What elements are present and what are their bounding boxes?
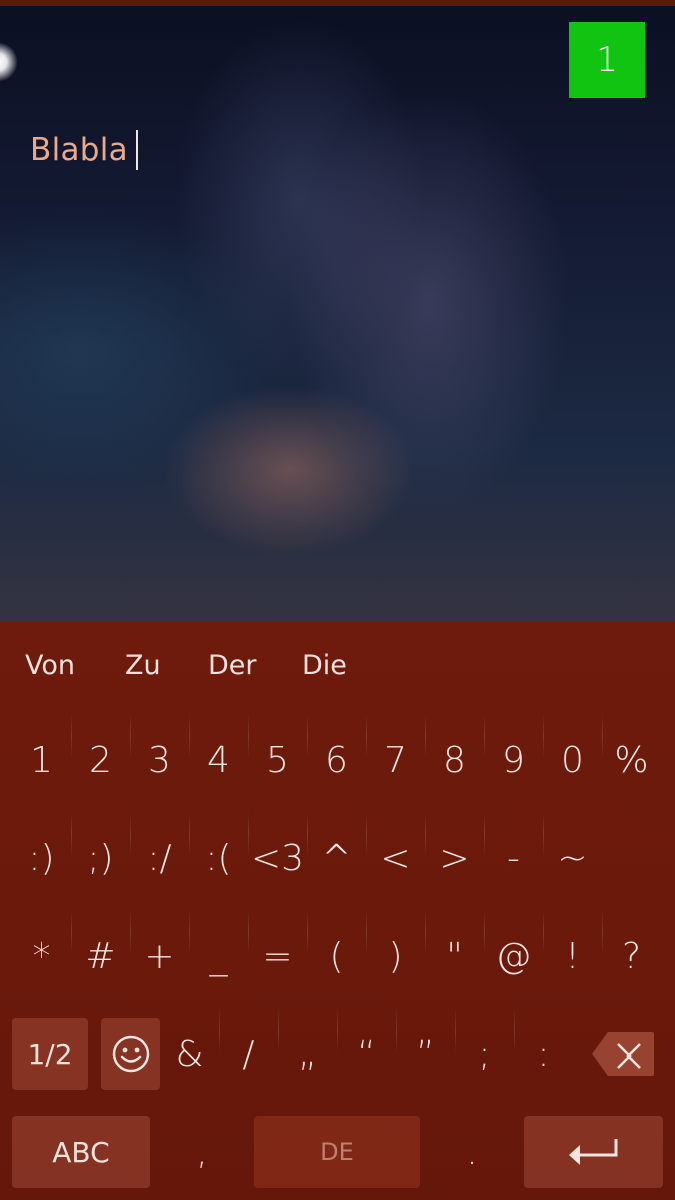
counter-badge[interactable]: 1 — [569, 22, 645, 98]
prediction-bar: Von Zu Der Die — [0, 622, 675, 708]
key-equals[interactable]: = — [248, 906, 307, 1006]
key-5[interactable]: 5 — [248, 710, 307, 810]
key-close-paren[interactable]: ) — [366, 906, 425, 1006]
key-row-1: 1 2 3 4 5 6 7 8 9 0 % — [12, 710, 663, 810]
prediction-von[interactable]: Von — [25, 650, 75, 681]
text-input[interactable]: Blabla — [30, 128, 138, 172]
key-row-2: :) ;) :/ :( <3 ^ < > - ~ — [12, 808, 663, 908]
key-exclamation[interactable]: ! — [543, 906, 602, 1006]
screen: 1 Blabla Von Zu Der Die 1 2 3 4 5 6 7 8 … — [0, 0, 675, 1200]
key-wink[interactable]: ;) — [71, 808, 130, 908]
emoji-button[interactable] — [101, 1018, 160, 1090]
key-period[interactable]: . — [442, 1102, 502, 1200]
key-8[interactable]: 8 — [425, 710, 484, 810]
key-9[interactable]: 9 — [484, 710, 543, 810]
space-bar[interactable]: DE — [254, 1116, 420, 1188]
key-row-3: * # + _ = ( ) " @ ! ? — [12, 906, 663, 1006]
key-semicolon[interactable]: ; — [455, 1004, 514, 1104]
key-sad[interactable]: :( — [189, 808, 248, 908]
key-colon[interactable]: : — [514, 1004, 573, 1104]
text-caret — [135, 130, 138, 170]
prediction-die[interactable]: Die — [302, 650, 347, 681]
key-double-quote[interactable]: " — [425, 906, 484, 1006]
key-4[interactable]: 4 — [189, 710, 248, 810]
key-slash[interactable]: / — [219, 1004, 278, 1104]
key-1[interactable]: 1 — [12, 710, 71, 810]
abc-button[interactable]: ABC — [12, 1116, 150, 1188]
enter-icon — [568, 1139, 617, 1165]
text-input-value: Blabla — [30, 132, 128, 168]
key-open-quote[interactable]: “ — [337, 1004, 396, 1104]
key-question[interactable]: ? — [602, 906, 661, 1006]
key-plus[interactable]: + — [130, 906, 189, 1006]
key-2[interactable]: 2 — [71, 710, 130, 810]
backspace-icon — [591, 1032, 654, 1076]
key-ampersand[interactable]: & — [160, 1004, 219, 1104]
key-tilde[interactable]: ~ — [543, 808, 602, 908]
top-bar — [0, 0, 675, 6]
key-caret[interactable]: ^ — [307, 808, 366, 908]
key-row-5: ABC , DE . — [12, 1102, 663, 1200]
key-open-paren[interactable]: ( — [307, 906, 366, 1006]
key-skeptic[interactable]: :/ — [130, 808, 189, 908]
key-underscore[interactable]: _ — [189, 906, 248, 1006]
smiley-icon — [112, 1035, 149, 1073]
page-switch-button[interactable]: 1/2 — [12, 1018, 88, 1090]
key-row-4: 1/2 & / „ “ ” ; : — [12, 1004, 663, 1104]
key-low-quote[interactable]: „ — [278, 1004, 337, 1104]
key-smile[interactable]: :) — [12, 808, 71, 908]
key-asterisk[interactable]: * — [12, 906, 71, 1006]
key-hash[interactable]: # — [71, 906, 130, 1006]
enter-button[interactable] — [524, 1116, 663, 1188]
key-at[interactable]: @ — [484, 906, 543, 1006]
backspace-button[interactable] — [582, 1004, 663, 1104]
prediction-der[interactable]: Der — [208, 650, 257, 681]
key-3[interactable]: 3 — [130, 710, 189, 810]
prediction-zu[interactable]: Zu — [125, 650, 161, 681]
key-dash[interactable]: - — [484, 808, 543, 908]
key-percent[interactable]: % — [602, 710, 661, 810]
key-greater-than[interactable]: > — [425, 808, 484, 908]
key-6[interactable]: 6 — [307, 710, 366, 810]
key-comma[interactable]: , — [172, 1102, 232, 1200]
virtual-keyboard: Von Zu Der Die 1 2 3 4 5 6 7 8 9 0 % :) … — [0, 622, 675, 1200]
key-0[interactable]: 0 — [543, 710, 602, 810]
key-heart[interactable]: <3 — [248, 808, 307, 908]
key-7[interactable]: 7 — [366, 710, 425, 810]
key-close-quote[interactable]: ” — [396, 1004, 455, 1104]
glow-indicator — [0, 42, 18, 82]
key-less-than[interactable]: < — [366, 808, 425, 908]
